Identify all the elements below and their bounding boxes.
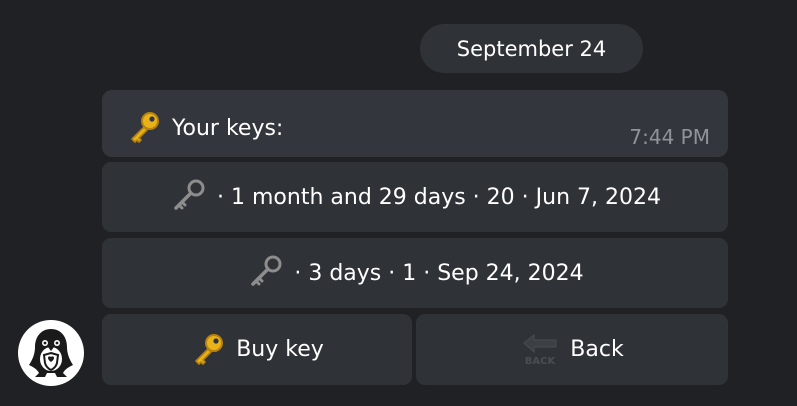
- message-time: 7:44 PM: [629, 125, 710, 149]
- gold-key-icon: [190, 332, 226, 368]
- chat-screen: September 24 Your keys: 7:44 PM · 1 mont…: [0, 0, 797, 406]
- key-row-button-2[interactable]: · 3 days · 1 · Sep 24, 2024: [102, 238, 728, 308]
- date-label: September 24: [456, 36, 607, 61]
- message-text: Your keys:: [172, 115, 284, 141]
- key-row-label: · 3 days · 1 · Sep 24, 2024: [294, 260, 584, 286]
- avatar[interactable]: [18, 320, 84, 386]
- key-row-label: · 1 month and 29 days · 20 · Jun 7, 2024: [217, 184, 661, 210]
- gold-key-icon: [126, 110, 162, 146]
- message-bubble: Your keys: 7:44 PM: [102, 90, 728, 157]
- back-button[interactable]: BACK Back: [416, 314, 728, 385]
- buy-key-button[interactable]: Buy key: [102, 314, 412, 385]
- date-separator: September 24: [420, 24, 643, 73]
- back-arrow-icon: BACK: [520, 332, 560, 368]
- back-label: Back: [570, 337, 624, 362]
- key-row-button-1[interactable]: · 1 month and 29 days · 20 · Jun 7, 2024: [102, 162, 728, 232]
- penguin-shield-icon: [21, 323, 81, 383]
- old-key-icon: [169, 178, 207, 216]
- message-content: Your keys:: [126, 110, 283, 146]
- back-icon-text: BACK: [525, 356, 557, 367]
- old-key-icon: [246, 254, 284, 292]
- buy-key-label: Buy key: [236, 337, 324, 362]
